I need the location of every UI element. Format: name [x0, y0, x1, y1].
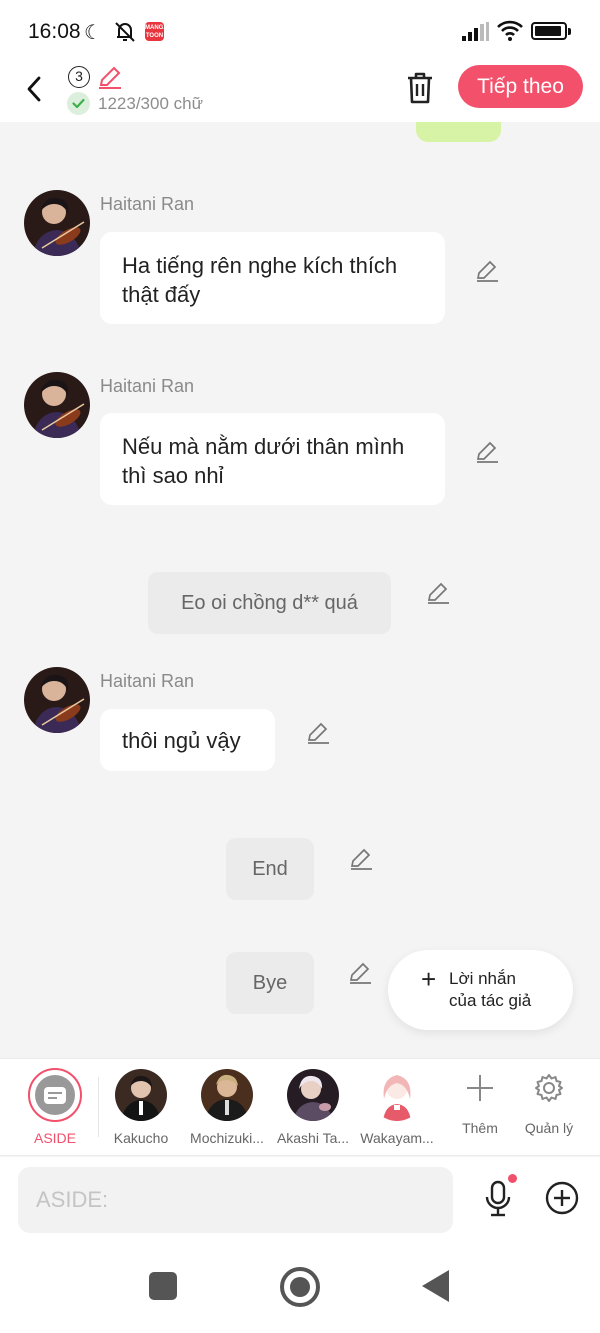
avatar[interactable] — [24, 372, 90, 438]
word-count: 1223/300 chữ — [98, 94, 203, 113]
sender-name: Haitani Ran — [100, 194, 195, 214]
message-input[interactable] — [18, 1167, 453, 1233]
trash-icon — [408, 72, 432, 104]
character-avatar — [371, 1069, 423, 1121]
home-button[interactable] — [280, 1267, 320, 1307]
chapter-number-badge: 3 — [68, 66, 90, 88]
author-note-button[interactable]: + Lời nhắn của tác giả — [388, 950, 573, 1030]
status-bar: 16:08 ☾ MANGA TOON — [0, 0, 600, 62]
author-note-label-line1: Lời nhắn — [449, 969, 516, 988]
edit-message-pencil-icon[interactable] — [348, 846, 374, 872]
author-note-label-line2: của tác giả — [449, 991, 532, 1010]
do-not-disturb-icon: ☾ — [84, 22, 102, 44]
notification-dot — [508, 1174, 517, 1183]
character-wakayama[interactable]: Wakayam... — [354, 1059, 440, 1157]
character-name: Kakucho — [113, 1130, 169, 1146]
delete-button[interactable] — [404, 70, 436, 106]
next-button[interactable]: Tiếp theo — [458, 65, 583, 108]
character-name: Wakayam... — [360, 1130, 434, 1146]
edit-message-pencil-icon[interactable] — [347, 960, 373, 986]
narration-bubble[interactable]: Bye — [226, 952, 314, 1014]
app-notification-icon: MANGA TOON — [145, 22, 168, 41]
edit-message-pencil-icon[interactable] — [474, 439, 500, 465]
previous-message-bubble[interactable] — [416, 122, 501, 142]
character-bar: ASIDE Kakucho Mochizuki... Akashi Ta... … — [0, 1058, 600, 1156]
wifi-icon — [497, 20, 523, 47]
gear-icon — [535, 1074, 563, 1102]
edit-message-pencil-icon[interactable] — [425, 580, 451, 606]
character-aside-label: ASIDE — [33, 1130, 76, 1146]
narration-bubble[interactable]: End — [226, 838, 314, 900]
add-content-button[interactable] — [544, 1180, 580, 1216]
plus-circle-icon — [545, 1181, 579, 1215]
character-avatar — [287, 1069, 339, 1121]
recent-apps-button[interactable] — [149, 1272, 177, 1300]
back-button[interactable] — [18, 68, 50, 108]
battery-icon — [531, 22, 571, 40]
narration-bubble[interactable]: Eo oi chồng d** quá — [148, 572, 391, 634]
sender-name: Haitani Ran — [100, 376, 195, 396]
system-navigation-bar — [0, 1247, 600, 1333]
edit-title-pencil-icon[interactable] — [96, 63, 124, 96]
character-name: Akashi Ta... — [276, 1130, 350, 1146]
signal-icon — [462, 22, 490, 47]
narration-icon — [44, 1087, 66, 1104]
input-bar — [0, 1157, 600, 1247]
chat-area[interactable]: Haitani Ran Ha tiếng rên nghe kích thích… — [0, 122, 600, 1058]
character-mochizuki[interactable]: Mochizuki... — [184, 1059, 270, 1157]
check-icon — [67, 92, 90, 115]
avatar[interactable] — [24, 667, 90, 733]
character-akashi[interactable]: Akashi Ta... — [270, 1059, 356, 1157]
aside-avatar — [35, 1075, 75, 1115]
edit-message-pencil-icon[interactable] — [305, 720, 331, 746]
plus-icon: + — [421, 964, 437, 994]
message-bubble[interactable]: Ha tiếng rên nghe kích thích thật đấy — [100, 232, 445, 324]
microphone-button[interactable] — [482, 1179, 514, 1219]
muted-bell-icon — [112, 19, 138, 50]
edit-message-pencil-icon[interactable] — [474, 258, 500, 284]
character-name: Mochizuki... — [190, 1130, 264, 1146]
status-time: 16:08 — [28, 20, 81, 43]
sender-name: Haitani Ran — [100, 671, 195, 691]
avatar[interactable] — [24, 190, 90, 256]
manage-label: Quản lý — [524, 1120, 574, 1136]
character-avatar — [201, 1069, 253, 1121]
editor-header: 3 1223/300 chữ Tiếp theo — [0, 62, 600, 122]
message-bubble[interactable]: thôi ngủ vậy — [100, 709, 275, 771]
system-back-button[interactable] — [422, 1270, 449, 1302]
character-aside[interactable] — [28, 1068, 82, 1122]
plus-icon — [467, 1075, 493, 1101]
character-kakucho[interactable]: Kakucho — [98, 1059, 184, 1157]
character-avatar — [115, 1069, 167, 1121]
microphone-icon — [485, 1180, 511, 1217]
chevron-left-icon — [27, 76, 41, 102]
manage-characters-button[interactable]: Quản lý — [506, 1059, 592, 1157]
message-bubble[interactable]: Nếu mà nằm dưới thân mình thì sao nhỉ — [100, 413, 445, 505]
